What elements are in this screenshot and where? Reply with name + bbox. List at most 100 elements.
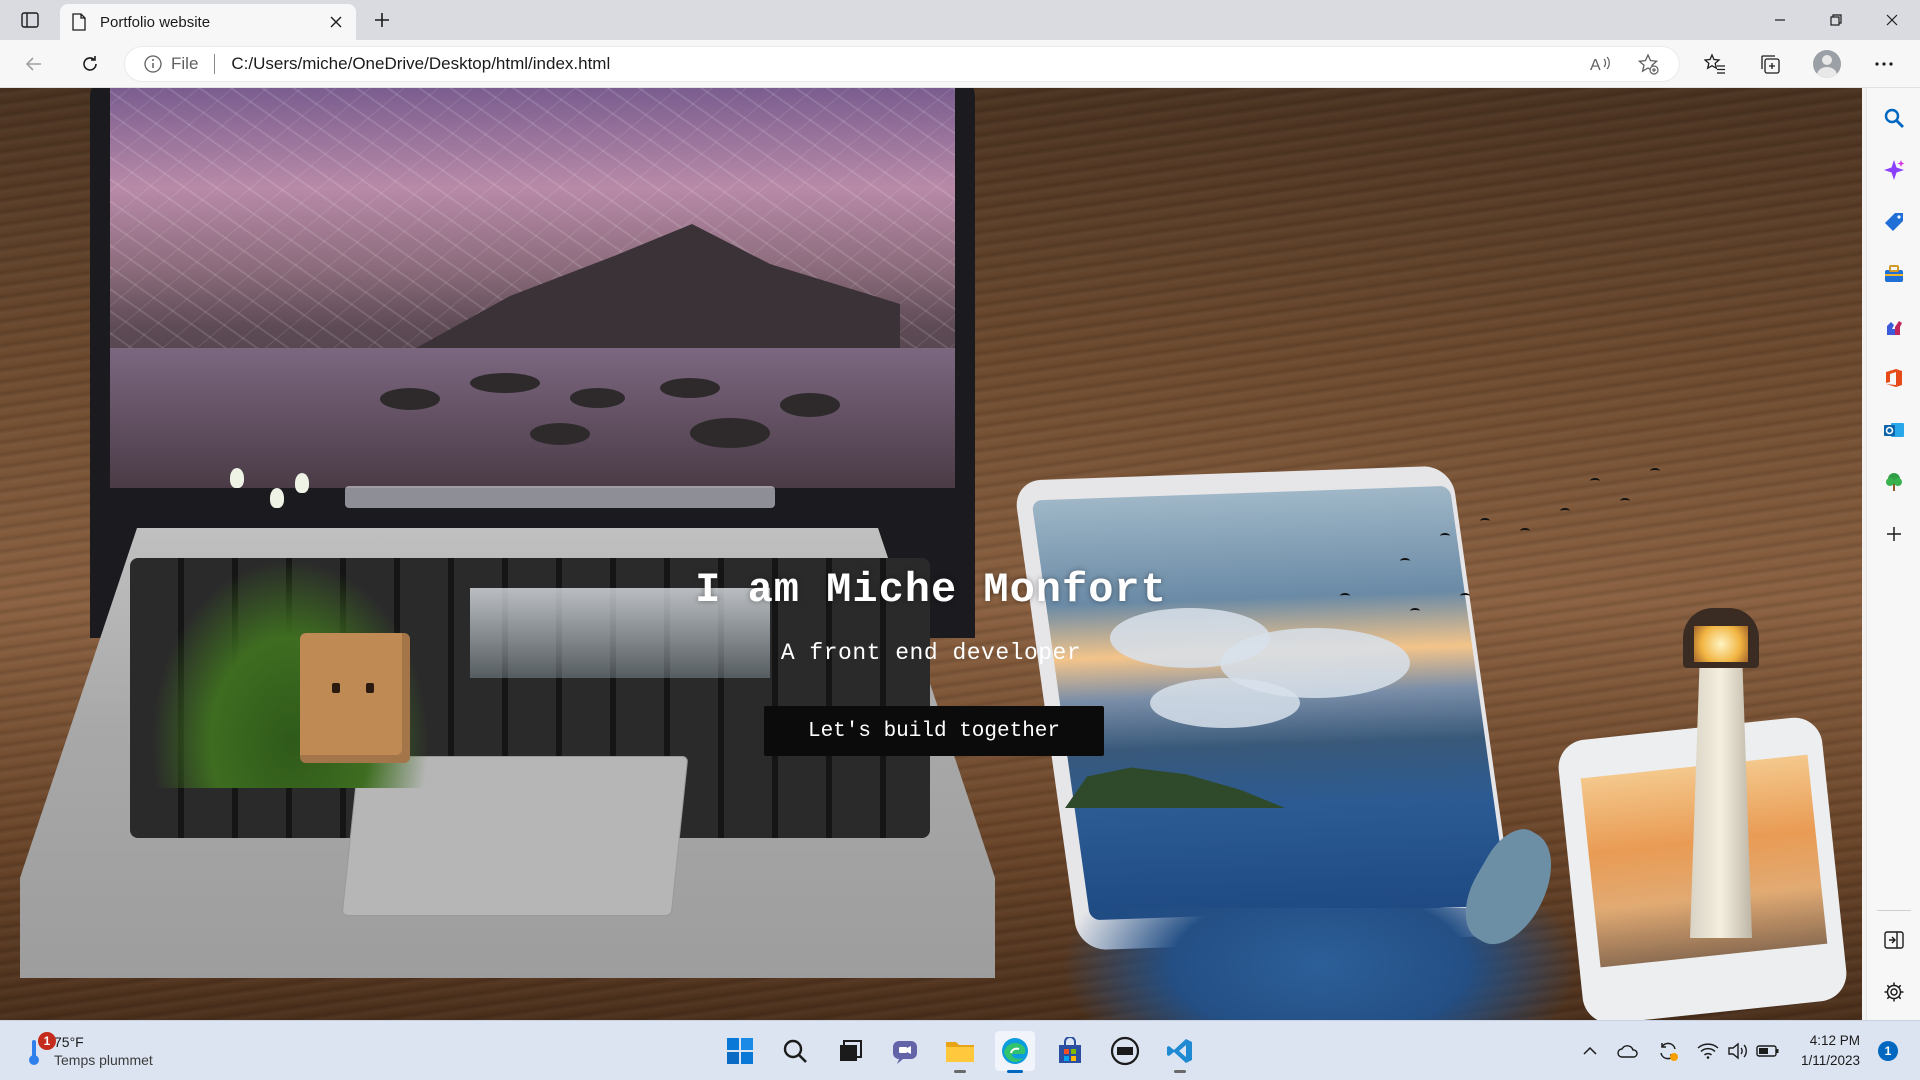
search-icon[interactable] (1880, 104, 1908, 132)
info-icon[interactable] (143, 54, 163, 74)
back-button[interactable] (18, 48, 50, 80)
rock (690, 418, 770, 448)
add-icon[interactable] (1880, 520, 1908, 548)
read-aloud-icon[interactable]: A (1587, 51, 1613, 77)
favorites-icon (1704, 53, 1725, 74)
minimize-button[interactable] (1752, 0, 1808, 40)
address-bar[interactable]: File C:/Users/miche/OneDrive/Desktop/htm… (124, 46, 1680, 82)
taskbar-clock[interactable]: 4:12 PM 1/11/2023 (1796, 1031, 1860, 1071)
snowdrop-flower (295, 473, 309, 493)
hero-subtitle: A front end developer (780, 640, 1082, 666)
close-window-button[interactable] (1864, 0, 1920, 40)
show-hidden-icons-button[interactable] (1578, 1039, 1602, 1063)
more-icon (1875, 62, 1893, 66)
edge-button[interactable] (995, 1031, 1035, 1073)
tab-title: Portfolio website (100, 13, 211, 31)
vscode-button[interactable] (1160, 1031, 1200, 1073)
bird (1440, 533, 1450, 539)
tab-portfolio-website[interactable]: Portfolio website (60, 4, 356, 40)
store-button[interactable] (1050, 1031, 1090, 1071)
tree-icon[interactable] (1880, 468, 1908, 496)
wifi-button[interactable] (1696, 1039, 1720, 1063)
profile-button[interactable] (1811, 48, 1843, 80)
tab-actions-icon[interactable] (14, 8, 46, 32)
page-viewport: I am Miche Monfort A front end developer… (0, 88, 1862, 1020)
bird (1400, 558, 1410, 564)
cloud (1150, 678, 1300, 728)
refresh-button[interactable] (74, 48, 106, 80)
snowdrop-flower (270, 488, 284, 508)
settings-icon[interactable] (1880, 978, 1908, 1006)
more-options-button[interactable] (1868, 48, 1900, 80)
dell-button[interactable] (1105, 1031, 1145, 1071)
close-tab-icon[interactable] (328, 14, 344, 30)
weather-temperature: 75°F (54, 1034, 84, 1050)
collections-button[interactable] (1754, 48, 1786, 80)
games-icon[interactable] (1880, 312, 1908, 340)
browser-toolbar: File C:/Users/miche/OneDrive/Desktop/htm… (0, 40, 1920, 88)
thermometer-icon: 1 (24, 1032, 56, 1066)
running-indicator (1174, 1070, 1186, 1073)
volume-button[interactable] (1726, 1039, 1750, 1063)
search-icon (783, 1039, 807, 1063)
favorites-button[interactable] (1699, 48, 1731, 80)
new-tab-button[interactable] (368, 8, 396, 32)
back-arrow-icon (25, 57, 41, 71)
cloud-icon (1617, 1045, 1638, 1058)
file-explorer-button[interactable] (940, 1031, 980, 1073)
speaker-icon (1728, 1042, 1747, 1060)
avatar (1813, 50, 1841, 78)
onedrive-button[interactable] (1616, 1039, 1640, 1063)
rock (380, 388, 440, 410)
rock (660, 378, 720, 398)
chat-icon (893, 1041, 917, 1064)
taskbar-search-button[interactable] (775, 1031, 815, 1071)
rock (470, 373, 540, 393)
start-button[interactable] (720, 1031, 760, 1071)
plus-icon (375, 13, 389, 27)
wifi-icon (1697, 1043, 1719, 1059)
copilot-icon[interactable] (1880, 156, 1908, 184)
url-text[interactable]: C:/Users/miche/OneDrive/Desktop/html/ind… (231, 54, 1565, 74)
url-scheme: File (171, 54, 199, 73)
clock-date: 1/11/2023 (1800, 1053, 1860, 1068)
office-icon[interactable] (1880, 364, 1908, 392)
notification-badge[interactable]: 1 (1878, 1041, 1898, 1061)
weather-alert-badge: 1 (38, 1032, 56, 1050)
svg-text:A: A (1590, 57, 1601, 74)
add-favorite-icon[interactable] (1635, 51, 1661, 77)
tools-icon[interactable] (1880, 260, 1908, 288)
restore-button[interactable] (1808, 0, 1864, 40)
split-screen-icon[interactable] (1880, 926, 1908, 954)
lets-build-together-button[interactable]: Let's build together (764, 706, 1104, 756)
shopping-icon[interactable] (1880, 208, 1908, 236)
tab-strip: Portfolio website (0, 0, 1920, 40)
task-view-button[interactable] (830, 1031, 870, 1071)
bird (1480, 518, 1490, 524)
sync-button[interactable] (1656, 1039, 1680, 1063)
running-indicator (1007, 1070, 1023, 1073)
robot-eye (332, 683, 340, 693)
hero-title: I am Miche Monfort (695, 566, 1167, 614)
clock-time: 4:12 PM (1809, 1033, 1860, 1048)
rock (530, 423, 590, 445)
rock (570, 388, 625, 408)
weather-widget[interactable]: 1 75°F Temps plummet (24, 1029, 153, 1073)
window-controls (1752, 0, 1920, 40)
sync-alert-icon (1660, 1042, 1678, 1061)
windows-logo-icon (727, 1038, 753, 1064)
collections-icon (1761, 55, 1780, 74)
chevron-up-icon (1583, 1046, 1597, 1055)
robot-eye (366, 683, 374, 693)
bird (1520, 528, 1530, 534)
rock (780, 393, 840, 417)
bird (1650, 468, 1660, 474)
snowdrop-flower (230, 468, 244, 488)
bird (1560, 508, 1570, 514)
task-view-icon (840, 1040, 862, 1061)
bird (1620, 498, 1630, 504)
chat-button[interactable] (885, 1031, 925, 1071)
outlook-icon[interactable] (1880, 416, 1908, 444)
store-icon (1059, 1037, 1081, 1063)
battery-button[interactable] (1756, 1039, 1780, 1063)
